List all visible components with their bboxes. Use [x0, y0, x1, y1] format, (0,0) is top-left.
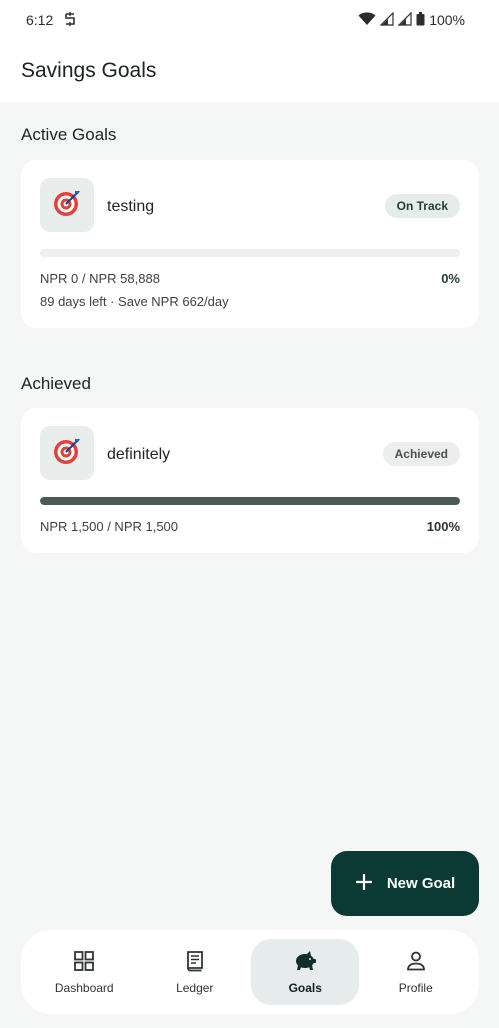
target-icon	[52, 188, 82, 223]
piggy-bank-icon	[293, 950, 317, 975]
status-left: 6:12	[26, 11, 77, 30]
goal-meta: 89 days left · Save NPR 662/day	[40, 294, 229, 309]
person-icon	[405, 950, 427, 975]
goal-percent: 0%	[441, 271, 460, 286]
bottom-nav: Dashboard Ledger Goals Profile	[21, 930, 479, 1014]
status-badge: On Track	[384, 194, 460, 218]
status-time: 6:12	[26, 12, 54, 28]
nav-label-dashboard: Dashboard	[54, 980, 114, 995]
goal-amount: NPR 1,500 / NPR 1,500	[40, 519, 179, 534]
nav-label-ledger: Ledger	[176, 980, 214, 995]
page-title: Savings Goals	[21, 59, 157, 82]
achieved-heading: Achieved	[21, 374, 91, 393]
goal-percent: 100%	[426, 519, 460, 534]
battery-icon	[416, 11, 425, 29]
nav-item-dashboard[interactable]: Dashboard	[30, 939, 138, 1005]
new-goal-button[interactable]: New Goal	[331, 851, 479, 916]
progress-bar	[40, 497, 460, 505]
progress-fill	[40, 497, 460, 505]
signal-icon	[379, 11, 394, 29]
wifi-icon	[358, 11, 376, 29]
app-header: Savings Goals	[0, 40, 499, 102]
progress-bar	[40, 249, 460, 257]
target-icon	[52, 436, 82, 471]
goal-name: testing	[107, 198, 155, 215]
grid-icon	[73, 950, 95, 975]
sync-icon	[63, 11, 77, 30]
status-right: 100%	[358, 11, 465, 29]
signal-icon	[397, 11, 412, 29]
nav-label-profile: Profile	[398, 980, 433, 995]
battery-percent: 100%	[429, 12, 465, 28]
new-goal-label: New Goal	[386, 875, 456, 892]
status-badge: Achieved	[382, 442, 460, 466]
nav-item-ledger[interactable]: Ledger	[141, 939, 249, 1005]
goal-card-definitely[interactable]: definitely Achieved NPR 1,500 / NPR 1,50…	[21, 408, 479, 553]
receipt-icon	[184, 950, 206, 975]
goal-icon-box	[40, 426, 94, 480]
goal-card-testing[interactable]: testing On Track NPR 0 / NPR 58,888 0% 8…	[21, 160, 479, 328]
nav-item-profile[interactable]: Profile	[362, 939, 470, 1005]
nav-item-goals[interactable]: Goals	[251, 939, 360, 1005]
goal-amount: NPR 0 / NPR 58,888	[40, 271, 160, 286]
goal-icon-box	[40, 178, 94, 232]
goal-name: definitely	[107, 446, 171, 463]
status-bar: 6:12 100%	[0, 0, 499, 40]
plus-icon	[355, 873, 373, 895]
active-goals-heading: Active Goals	[21, 125, 117, 144]
nav-label-goals: Goals	[288, 980, 322, 995]
